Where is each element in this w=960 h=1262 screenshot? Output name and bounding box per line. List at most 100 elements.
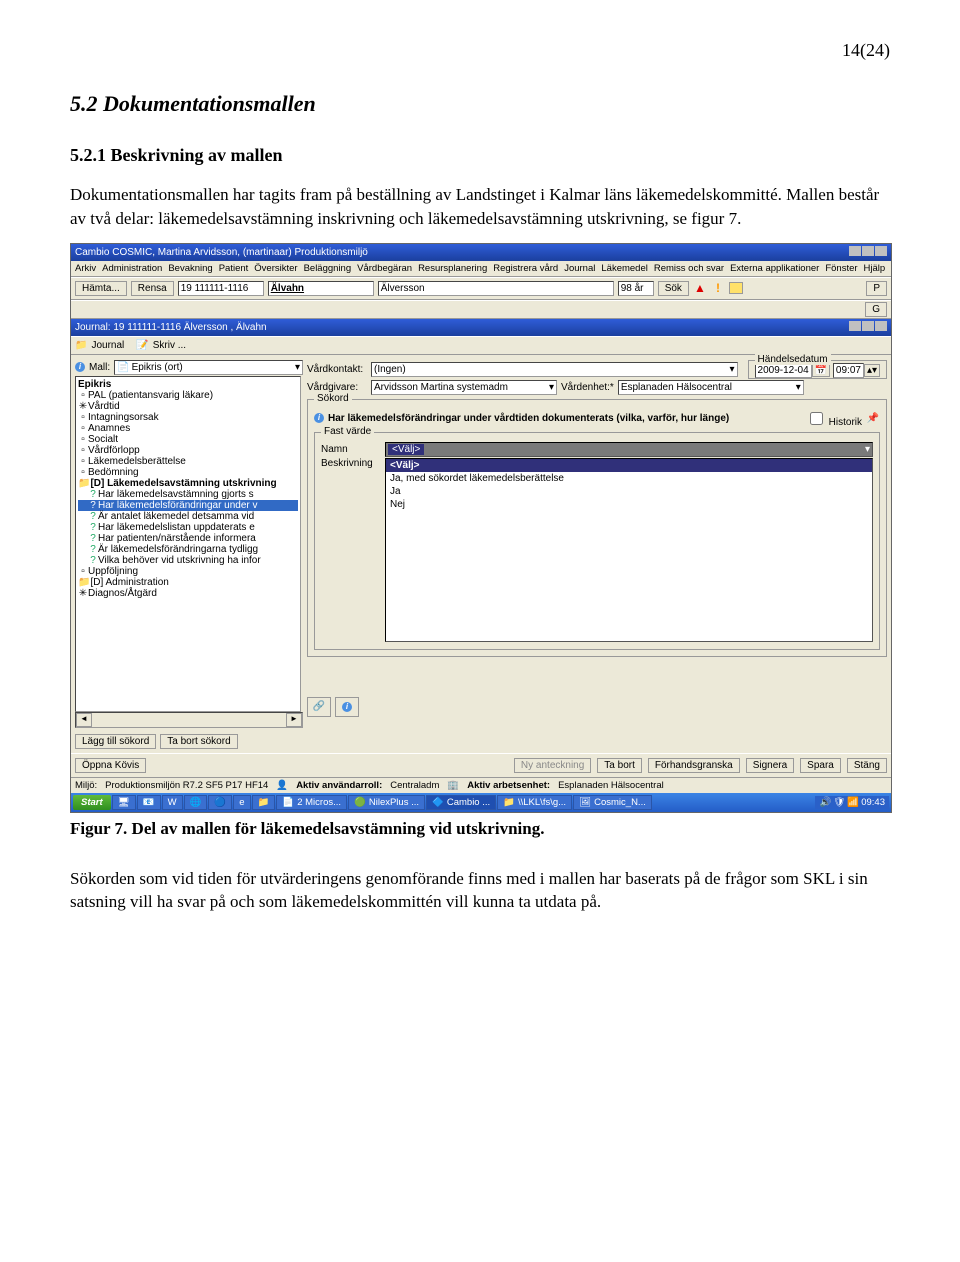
alert-icon[interactable]: !	[711, 281, 725, 295]
menu-item[interactable]: Patient	[219, 263, 249, 274]
tree-question-selected[interactable]: ?Har läkemedelsförändringar under v	[78, 500, 298, 511]
spara-button[interactable]: Spara	[800, 758, 841, 773]
menu-item[interactable]: Externa applikationer	[730, 263, 819, 274]
tray-icon[interactable]: 🛡	[833, 797, 845, 808]
g-button[interactable]: G	[865, 302, 887, 317]
menu-item[interactable]: Läkemedel	[601, 263, 647, 274]
quicklaunch-icon[interactable]: 📁	[252, 795, 276, 810]
quicklaunch-icon[interactable]: 🌐	[184, 795, 208, 810]
menu-item[interactable]: Remiss och svar	[654, 263, 724, 274]
tree-root[interactable]: Epikris	[78, 379, 298, 390]
tree-question[interactable]: ?Är läkemedelsförändringarna tydligg	[78, 544, 298, 555]
p-button[interactable]: P	[866, 281, 887, 296]
calendar-icon[interactable]: 📅	[812, 364, 830, 377]
note-icon[interactable]	[729, 281, 743, 295]
firstname-input[interactable]: Älvahn	[268, 281, 374, 296]
quicklaunch-icon[interactable]: e	[233, 795, 250, 810]
menu-item[interactable]: Journal	[564, 263, 595, 274]
signera-button[interactable]: Signera	[746, 758, 794, 773]
taskbar-item[interactable]: 🖼Cosmic_N...	[573, 795, 652, 810]
listbox-option[interactable]: Ja	[386, 485, 872, 498]
tree-item[interactable]: ▫Uppföljning	[78, 566, 298, 577]
tree-item[interactable]: ▫Läkemedelsberättelse	[78, 456, 298, 467]
tree-question[interactable]: ?Är antalet läkemedel detsamma vid	[78, 511, 298, 522]
template-tree[interactable]: Epikris ▫PAL (patientansvarig läkare) ✳V…	[75, 376, 301, 712]
tree-item[interactable]: ▫Anamnes	[78, 423, 298, 434]
oppna-kovis-button[interactable]: Öppna Kövis	[75, 758, 146, 773]
tree-scrollbar[interactable]: ◄►	[75, 712, 303, 728]
menu-item[interactable]: Vårdbegäran	[357, 263, 412, 274]
menu-item[interactable]: Administration	[102, 263, 162, 274]
pin-icon[interactable]: 📌	[866, 411, 880, 425]
tree-item-group[interactable]: 📁[D] Läkemedelsavstämning utskrivning	[78, 478, 298, 489]
menu-item[interactable]: Registrera vård	[493, 263, 558, 274]
menu-item[interactable]: Översikter	[254, 263, 297, 274]
time-input[interactable]: 09:07	[833, 363, 864, 378]
menu-item[interactable]: Resursplanering	[418, 263, 487, 274]
journal-window-controls[interactable]	[848, 321, 887, 334]
date-input[interactable]: 2009-12-04	[755, 363, 812, 378]
quicklaunch-icon[interactable]: 🔵	[208, 795, 232, 810]
system-tray[interactable]: 🔊 🛡 📶 09:43	[815, 796, 889, 809]
window-controls[interactable]	[848, 246, 887, 259]
menu-item[interactable]: Bevakning	[168, 263, 212, 274]
tray-icon[interactable]: 📶	[847, 797, 859, 808]
tree-question[interactable]: ?Har läkemedelslistan uppdaterats e	[78, 522, 298, 533]
tree-item[interactable]: ✳Vårdtid	[78, 401, 298, 412]
quicklaunch-icon[interactable]: W	[162, 795, 183, 810]
start-button[interactable]: Start	[73, 795, 111, 810]
taskbar-item[interactable]: 🟢NilexPlus ...	[348, 795, 425, 810]
tree-item[interactable]: ▫PAL (patientansvarig läkare)	[78, 390, 298, 401]
tabort-button[interactable]: Ta bort	[597, 758, 642, 773]
listbox-selected[interactable]: <Välj>	[386, 459, 872, 472]
lastname-input[interactable]: Älversson	[378, 281, 614, 296]
tree-item[interactable]: ▫Bedömning	[78, 467, 298, 478]
menu-item[interactable]: Arkiv	[75, 263, 96, 274]
listbox-empty	[386, 511, 872, 641]
beskrivning-listbox[interactable]: <Välj> Ja, med sökordet läkemedelsberätt…	[385, 458, 873, 642]
vardkontakt-label: Vårdkontakt:	[307, 364, 367, 375]
vardenhet-dropdown[interactable]: Esplanaden Hälsocentral▾	[618, 380, 804, 395]
vardkontakt-dropdown[interactable]: (Ingen)▾	[371, 362, 738, 377]
tree-question[interactable]: ?Vilka behöver vid utskrivning ha infor	[78, 555, 298, 566]
sok-button[interactable]: Sök	[658, 281, 689, 296]
menu-item[interactable]: Beläggning	[304, 263, 352, 274]
namn-dropdown[interactable]: <Välj>▾	[385, 442, 873, 457]
time-stepper[interactable]: ▴▾	[864, 364, 880, 377]
tree-item[interactable]: ▫Socialt	[78, 434, 298, 445]
paragraph-1: Dokumentationsmallen har tagits fram på …	[70, 183, 890, 231]
tree-item-group[interactable]: 📁[D] Administration	[78, 577, 298, 588]
tree-question[interactable]: ?Har patienten/närstående informera	[78, 533, 298, 544]
tree-question[interactable]: ?Har läkemedelsavstämning gjorts s	[78, 489, 298, 500]
vardgivare-dropdown[interactable]: Arvidsson Martina systemadm▾	[371, 380, 557, 395]
quicklaunch-icon[interactable]: 🖥	[112, 795, 136, 810]
mall-dropdown[interactable]: 📄Epikris (ort)▾	[114, 360, 303, 375]
add-sokord-button[interactable]: Lägg till sökord	[75, 734, 156, 749]
taskbar-item[interactable]: 📁\\LKL\fs\g...	[497, 795, 572, 810]
warning-icon[interactable]: ▲	[693, 281, 707, 295]
tree-item[interactable]: ▫Intagningsorsak	[78, 412, 298, 423]
attach-button[interactable]: 🔗	[307, 697, 331, 717]
taskbar-item-active[interactable]: 🔷Cambio ...	[426, 795, 496, 810]
tray-icon[interactable]: 🔊	[819, 797, 831, 808]
ny-anteckning-button[interactable]: Ny anteckning	[514, 758, 591, 773]
historik-checkbox[interactable]	[810, 412, 823, 425]
tab-journal[interactable]: Journal	[91, 340, 124, 351]
stang-button[interactable]: Stäng	[847, 758, 887, 773]
tree-item[interactable]: ✳Diagnos/Åtgärd	[78, 588, 298, 599]
taskbar-item[interactable]: 📄2 Micros...	[276, 795, 347, 810]
menu-item[interactable]: Fönster	[825, 263, 857, 274]
personnr-input[interactable]: 19 111111-1116	[178, 281, 264, 296]
del-sokord-button[interactable]: Ta bort sökord	[160, 734, 237, 749]
info-button[interactable]: i	[335, 697, 359, 717]
tab-skriv[interactable]: Skriv ...	[153, 340, 186, 351]
forhandsgranska-button[interactable]: Förhandsgranska	[648, 758, 740, 773]
rensa-button[interactable]: Rensa	[131, 281, 174, 296]
roll-label: Aktiv användarroll:	[296, 780, 382, 791]
hamta-button[interactable]: Hämta...	[75, 281, 127, 296]
listbox-option[interactable]: Nej	[386, 498, 872, 511]
menu-item[interactable]: Hjälp	[864, 263, 886, 274]
tree-item[interactable]: ▫Vårdförlopp	[78, 445, 298, 456]
listbox-option[interactable]: Ja, med sökordet läkemedelsberättelse	[386, 472, 872, 485]
quicklaunch-icon[interactable]: 📧	[137, 795, 161, 810]
